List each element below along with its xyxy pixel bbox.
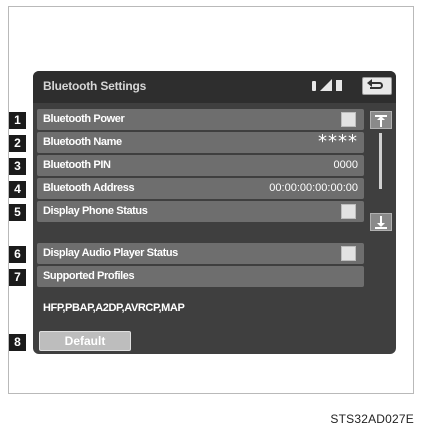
- back-button[interactable]: [362, 77, 392, 95]
- bluetooth-settings-screen: Bluetooth Settings Bluetooth Power Bluet…: [33, 71, 396, 354]
- screen-title: Bluetooth Settings: [43, 79, 147, 93]
- row-bluetooth-power[interactable]: Bluetooth Power: [37, 109, 364, 130]
- display-audio-player-status-checkbox[interactable]: [341, 246, 356, 261]
- profiles-list: HFP,PBAP,A2DP,AVRCP,MAP: [37, 299, 364, 320]
- bluetooth-name-value: ****: [318, 131, 358, 152]
- bluetooth-address-value: 00:00:00:00:00:00: [269, 182, 358, 194]
- bluetooth-icon: [312, 81, 316, 91]
- row-supported-profiles: Supported Profiles: [37, 266, 364, 287]
- scroll-up-button[interactable]: [370, 111, 392, 129]
- callout-8: 8: [9, 334, 26, 351]
- callout-5: 5: [9, 204, 26, 221]
- callout-4: 4: [9, 181, 26, 198]
- status-icons: [312, 79, 350, 93]
- row-label: Display Audio Player Status: [43, 247, 178, 259]
- scroll-down-button[interactable]: [370, 213, 392, 231]
- row-display-phone-status[interactable]: Display Phone Status: [37, 201, 364, 222]
- figure-reference-code: STS32AD027E: [330, 412, 414, 426]
- callout-7: 7: [9, 269, 26, 286]
- bluetooth-power-checkbox[interactable]: [341, 112, 356, 127]
- bluetooth-pin-value: 0000: [333, 159, 358, 171]
- row-label: Bluetooth Power: [43, 113, 125, 125]
- row-display-audio-player-status[interactable]: Display Audio Player Status: [37, 243, 364, 264]
- row-bluetooth-pin[interactable]: Bluetooth PIN 0000: [37, 155, 364, 176]
- callout-2: 2: [9, 135, 26, 152]
- row-label: Bluetooth Name: [43, 136, 122, 148]
- title-bar: Bluetooth Settings: [33, 71, 396, 103]
- profiles-value: HFP,PBAP,A2DP,AVRCP,MAP: [43, 302, 185, 314]
- signal-strength-icon: [320, 79, 332, 91]
- callout-1: 1: [9, 112, 26, 129]
- row-label: Supported Profiles: [43, 270, 135, 282]
- row-bluetooth-address: Bluetooth Address 00:00:00:00:00:00: [37, 178, 364, 199]
- battery-icon: [336, 80, 342, 91]
- callout-3: 3: [9, 158, 26, 175]
- row-label: Display Phone Status: [43, 205, 148, 217]
- display-phone-status-checkbox[interactable]: [341, 204, 356, 219]
- row-bluetooth-name[interactable]: Bluetooth Name ****: [37, 131, 364, 153]
- row-label: Bluetooth Address: [43, 182, 135, 194]
- callout-6: 6: [9, 246, 26, 263]
- scrollbar-track[interactable]: [379, 133, 382, 189]
- default-button[interactable]: Default: [39, 331, 131, 351]
- default-button-label: Default: [64, 334, 106, 348]
- row-label: Bluetooth PIN: [43, 159, 111, 171]
